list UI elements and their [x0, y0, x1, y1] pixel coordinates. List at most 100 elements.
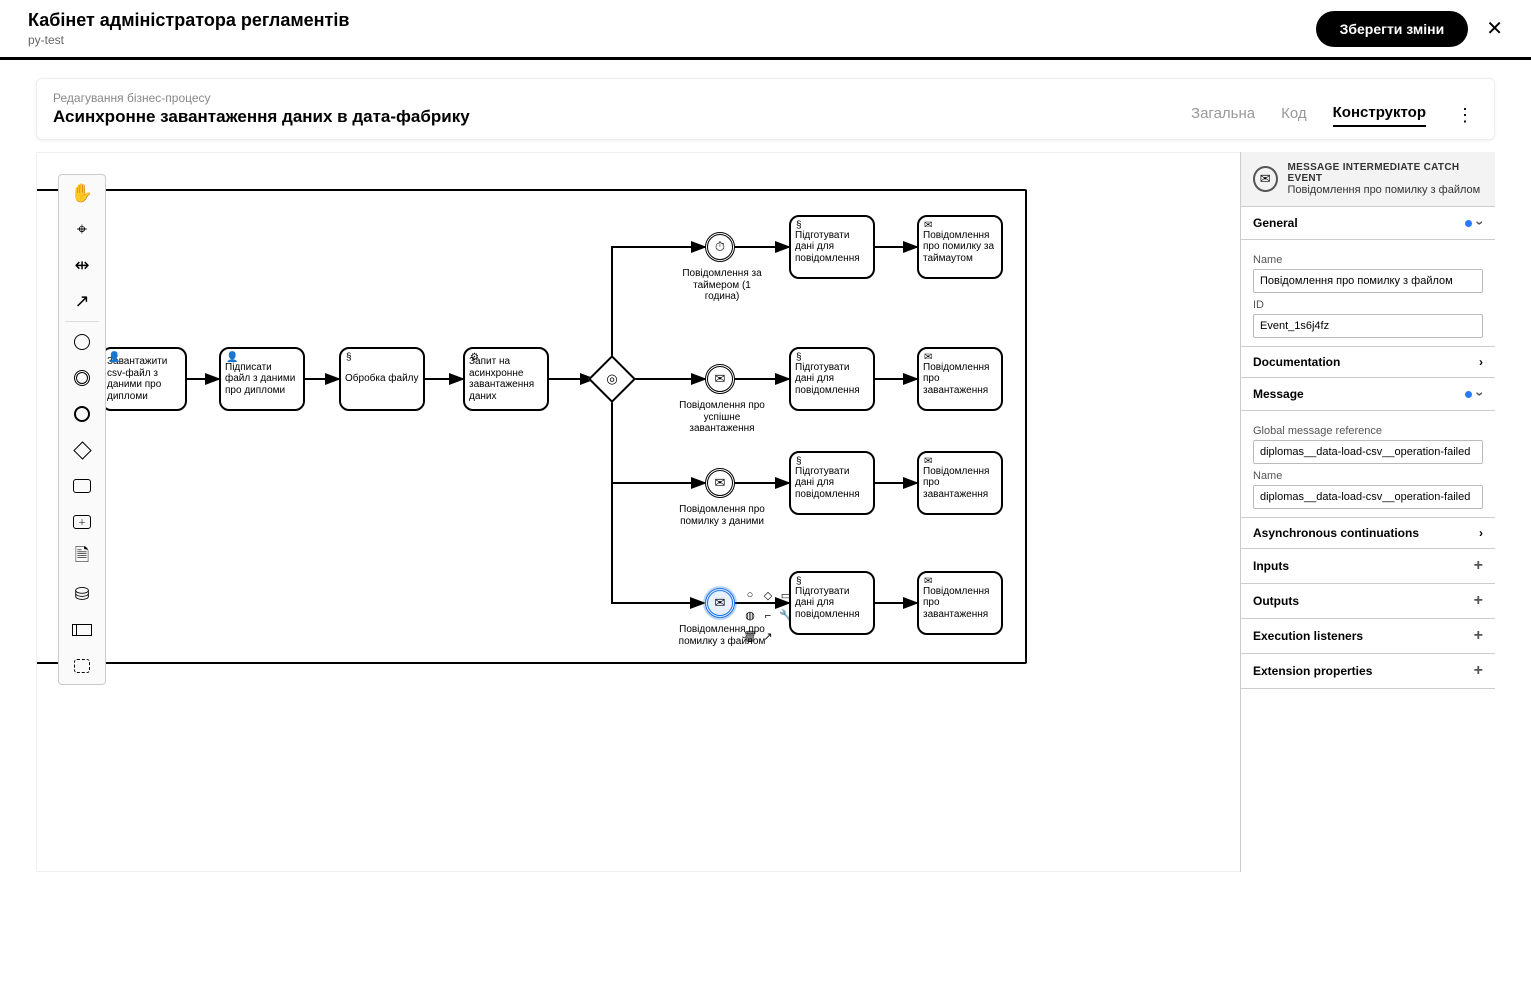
intermediate-event-icon[interactable]	[59, 360, 105, 396]
group-inputs-label: Inputs	[1253, 559, 1289, 573]
task-prepare-3[interactable]: §Підготувати дані для повідомлення	[789, 451, 875, 515]
group-message-body: Global message reference Name	[1241, 411, 1495, 518]
connect-tool-icon[interactable]: ↗	[59, 283, 105, 319]
palette: ✋ ⌖ ⇹ ↗ ＋ 🗎 ⛁	[58, 174, 106, 685]
gateway-icon[interactable]	[59, 432, 105, 468]
task-load-csv[interactable]: 👤Завантажити csv-файл з даними про дипло…	[101, 347, 187, 411]
start-event-icon[interactable]	[59, 324, 105, 360]
message-file-error-event[interactable]: ✉	[705, 588, 735, 618]
subheader-left: Редагування бізнес-процесу Асинхронне за…	[53, 91, 470, 127]
end-event-icon[interactable]	[59, 396, 105, 432]
task-async-request[interactable]: ⚙Запит на асинхронне завантаження даних	[463, 347, 549, 411]
subprocess-icon[interactable]: ＋	[59, 504, 105, 540]
message-event-icon: ✉	[1253, 166, 1278, 192]
group-general-header[interactable]: General	[1241, 207, 1495, 240]
field-id-input[interactable]	[1253, 314, 1483, 338]
send-task-icon: ✉	[924, 352, 932, 364]
task-label: Повідомлення про завантаження	[923, 362, 997, 397]
task-label: Підготувати дані для повідомлення	[795, 586, 869, 621]
group-outputs-header[interactable]: Outputs +	[1241, 584, 1495, 619]
data-object-icon[interactable]: 🗎	[59, 540, 105, 576]
add-icon[interactable]: +	[1474, 557, 1483, 575]
task-label: Повідомлення про завантаження	[923, 586, 997, 621]
pad-connect-icon[interactable]: ↗	[760, 628, 776, 644]
task-process-file[interactable]: §Обробка файлу	[339, 347, 425, 411]
message-data-error-event[interactable]: ✉	[705, 468, 735, 498]
close-icon[interactable]: ✕	[1486, 16, 1503, 41]
pad-start-event-icon[interactable]: ○	[742, 587, 758, 603]
script-task-icon: §	[796, 352, 802, 364]
add-icon[interactable]: +	[1474, 592, 1483, 610]
field-msgname-input[interactable]	[1253, 485, 1483, 509]
group-async-header[interactable]: Asynchronous continuations ›	[1241, 518, 1495, 549]
props-element-name: Повідомлення про помилку з файлом	[1288, 184, 1484, 196]
group-inputs-header[interactable]: Inputs +	[1241, 549, 1495, 584]
field-msgname-label: Name	[1253, 470, 1483, 482]
event-gateway-icon: ◎	[606, 371, 617, 387]
task-send-1[interactable]: ✉Повідомлення про помилку за таймаутом	[917, 215, 1003, 279]
tab-code[interactable]: Код	[1281, 105, 1307, 126]
group-message-label: Message	[1253, 387, 1304, 401]
task-send-2[interactable]: ✉Повідомлення про завантаження	[917, 347, 1003, 411]
message-success-event[interactable]: ✉	[705, 364, 735, 394]
pad-gateway-icon[interactable]: ◇	[760, 587, 776, 603]
timer-event[interactable]: ⏱	[705, 232, 735, 262]
task-prepare-4[interactable]: §Підготувати дані для повідомлення	[789, 571, 875, 635]
group-general-label: General	[1253, 216, 1298, 230]
pad-annotation-icon[interactable]: ⌐	[760, 608, 776, 624]
user-task-icon: 👤	[108, 352, 120, 364]
props-header: ✉ MESSAGE INTERMEDIATE CATCH EVENT Повід…	[1241, 152, 1495, 207]
task-prepare-1[interactable]: §Підготувати дані для повідомлення	[789, 215, 875, 279]
user-task-icon: 👤	[226, 352, 238, 364]
group-exec-listeners-header[interactable]: Execution listeners +	[1241, 619, 1495, 654]
group-outputs-label: Outputs	[1253, 594, 1299, 608]
task-label: Підготувати дані для повідомлення	[795, 466, 869, 501]
message-data-error-label: Повідомлення про помилку з даними	[677, 504, 767, 527]
group-ext-props-label: Extension properties	[1253, 664, 1372, 678]
tab-general[interactable]: Загальна	[1191, 105, 1255, 126]
data-store-icon[interactable]: ⛁	[59, 576, 105, 612]
service-task-icon: ⚙	[470, 352, 479, 364]
add-icon[interactable]: +	[1474, 627, 1483, 645]
add-icon[interactable]: +	[1474, 662, 1483, 680]
app-title: Кабінет адміністратора регламентів	[28, 10, 349, 31]
field-name-input[interactable]	[1253, 269, 1483, 293]
send-task-icon: ✉	[924, 576, 932, 588]
properties-panel: ✉ MESSAGE INTERMEDIATE CATCH EVENT Повід…	[1240, 152, 1495, 872]
task-label: Повідомлення про помилку за таймаутом	[923, 230, 997, 265]
task-label: Підготувати дані для повідомлення	[795, 362, 869, 397]
group-message-header[interactable]: Message	[1241, 378, 1495, 411]
timer-event-label: Повідомлення за таймером (1 година)	[677, 268, 767, 303]
participant-icon[interactable]	[59, 612, 105, 648]
pad-delete-icon[interactable]: 🗑	[742, 628, 758, 644]
message-icon: ✉	[715, 595, 726, 611]
group-ext-props-header[interactable]: Extension properties +	[1241, 654, 1495, 689]
group-icon[interactable]	[59, 648, 105, 684]
group-documentation-header[interactable]: Documentation ›	[1241, 347, 1495, 378]
task-send-4[interactable]: ✉Повідомлення про завантаження	[917, 571, 1003, 635]
more-menu-icon[interactable]: ⋮	[1452, 111, 1478, 120]
task-label: Запит на асинхронне завантаження даних	[469, 356, 543, 402]
field-msgref-input[interactable]	[1253, 440, 1483, 464]
lasso-tool-icon[interactable]: ⌖	[59, 211, 105, 247]
changed-marker-icon	[1465, 391, 1472, 398]
space-tool-icon[interactable]: ⇹	[59, 247, 105, 283]
tab-builder[interactable]: Конструктор	[1333, 104, 1426, 127]
hand-tool-icon[interactable]: ✋	[59, 175, 105, 211]
process-title: Асинхронне завантаження даних в дата-фаб…	[53, 107, 470, 127]
task-label: Повідомлення про завантаження	[923, 466, 997, 501]
chevron-right-icon: ›	[1479, 355, 1483, 369]
script-task-icon: §	[796, 456, 802, 468]
message-success-label: Повідомлення про успішне завантаження	[677, 400, 767, 435]
task-icon[interactable]	[59, 468, 105, 504]
chevron-down-icon	[1478, 386, 1483, 402]
save-button[interactable]: Зберегти зміни	[1316, 11, 1469, 47]
pad-end-event-icon[interactable]: ◍	[742, 608, 758, 624]
tabs: Загальна Код Конструктор ⋮	[1191, 104, 1478, 127]
message-icon: ✉	[715, 475, 726, 491]
task-sign-file[interactable]: 👤Підписати файл з даними про дипломи	[219, 347, 305, 411]
send-task-icon: ✉	[924, 220, 932, 232]
group-async-label: Asynchronous continuations	[1253, 526, 1419, 540]
task-send-3[interactable]: ✉Повідомлення про завантаження	[917, 451, 1003, 515]
task-prepare-2[interactable]: §Підготувати дані для повідомлення	[789, 347, 875, 411]
